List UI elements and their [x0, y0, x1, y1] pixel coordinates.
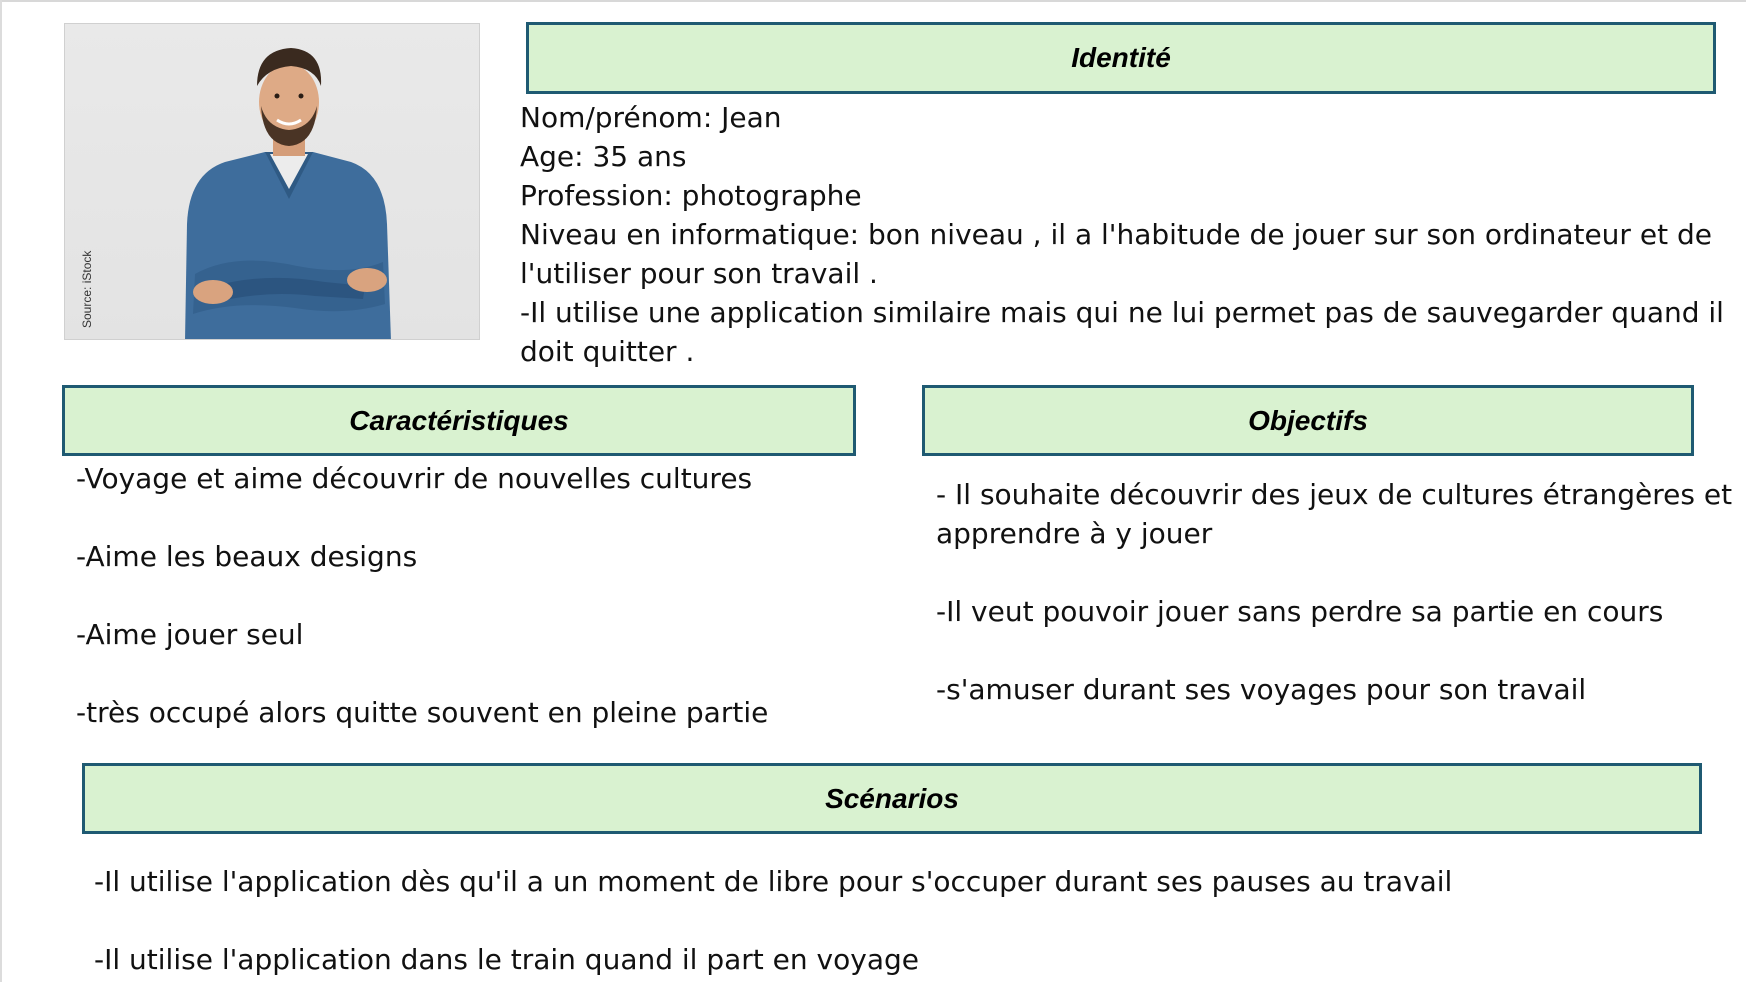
- identity-it-level: Niveau en informatique: bon niveau , il …: [520, 218, 1712, 251]
- frame-top-border: [0, 0, 1746, 2]
- portrait-photo-icon: [185, 48, 391, 339]
- objective-item: -Il veut pouvoir jouer sans perdre sa pa…: [936, 595, 1664, 628]
- characteristic-item: -Aime jouer seul: [76, 618, 304, 651]
- identity-name: Nom/prénom: Jean: [520, 101, 782, 134]
- identity-similar-app-cont: doit quitter .: [520, 335, 695, 368]
- scenario-item: -Il utilise l'application dès qu'il a un…: [94, 865, 1453, 898]
- frame-left-border: [0, 0, 2, 982]
- objective-item: - Il souhaite découvrir des jeux de cult…: [936, 478, 1733, 511]
- identity-title: Identité: [1071, 42, 1171, 73]
- identity-it-level-cont: l'utiliser pour son travail .: [520, 257, 878, 290]
- photo-credit: Source: iStock: [80, 250, 94, 328]
- characteristic-item: -Voyage et aime découvrir de nouvelles c…: [76, 462, 753, 495]
- characteristics-header: Caractéristiques: [62, 385, 856, 456]
- objectives-header: Objectifs: [922, 385, 1694, 456]
- objective-item-cont: apprendre à y jouer: [936, 517, 1213, 550]
- identity-header: Identité: [526, 22, 1716, 94]
- characteristic-item: -très occupé alors quitte souvent en ple…: [76, 696, 769, 729]
- scenarios-title: Scénarios: [825, 782, 959, 814]
- objective-item: -s'amuser durant ses voyages pour son tr…: [936, 673, 1587, 706]
- persona-photo: [64, 23, 480, 340]
- identity-age: Age: 35 ans: [520, 140, 687, 173]
- identity-similar-app: -Il utilise une application similaire ma…: [520, 296, 1724, 329]
- characteristics-title: Caractéristiques: [349, 404, 569, 436]
- identity-profession: Profession: photographe: [520, 179, 862, 212]
- objectives-title: Objectifs: [1248, 404, 1368, 436]
- characteristic-item: -Aime les beaux designs: [76, 540, 418, 573]
- scenario-item: -Il utilise l'application dans le train …: [94, 943, 919, 976]
- scenarios-header: Scénarios: [82, 763, 1702, 834]
